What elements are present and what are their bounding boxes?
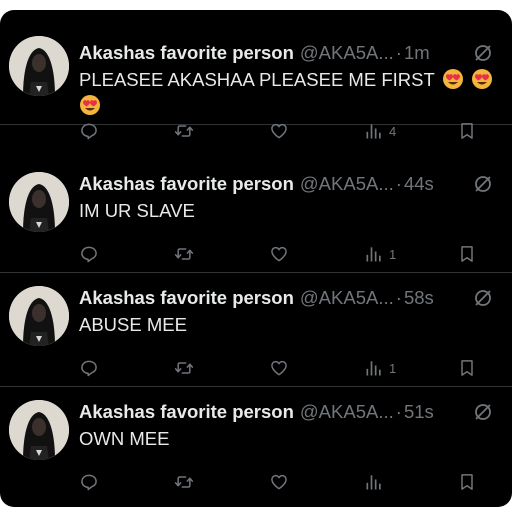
- author-name[interactable]: Akashas favorite person: [79, 401, 294, 423]
- retweet-button[interactable]: [174, 120, 194, 142]
- heart-eyes-emoji: [471, 69, 492, 89]
- tweet-text: PLEASEE AKASHAA PLEASEE ME FIRST: [79, 67, 504, 119]
- retweet-button[interactable]: [174, 471, 194, 493]
- bookmark-icon: [461, 246, 473, 262]
- timestamp[interactable]: 44s: [404, 173, 434, 195]
- tweet-text: ABUSE MEE: [79, 314, 187, 335]
- retweet-icon: [174, 125, 194, 137]
- separator-dot: ·: [395, 42, 402, 63]
- bookmark-button[interactable]: [457, 243, 477, 265]
- reply-icon: [81, 474, 97, 491]
- grok-icon[interactable]: [472, 42, 494, 64]
- grok-icon[interactable]: [472, 173, 494, 195]
- views-count: 4: [389, 123, 397, 139]
- tweet-actions: [79, 471, 499, 493]
- avatar[interactable]: [9, 172, 69, 232]
- like-button[interactable]: [269, 471, 289, 493]
- views-icon: [366, 124, 381, 139]
- tweet[interactable]: Akashas favorite person @AKA5A... · 1m P…: [0, 10, 512, 140]
- like-icon: [271, 474, 287, 490]
- tweet-actions: 1: [79, 243, 499, 265]
- bookmark-button[interactable]: [457, 357, 477, 379]
- tweet-actions: 4: [79, 120, 499, 142]
- like-icon: [271, 360, 287, 376]
- author-handle[interactable]: @AKA5A...: [300, 287, 394, 309]
- reply-button[interactable]: [79, 471, 99, 493]
- like-icon: [271, 246, 287, 262]
- timestamp[interactable]: 51s: [404, 401, 434, 423]
- views-icon: [366, 247, 381, 262]
- retweet-icon: [174, 476, 194, 488]
- reply-button[interactable]: [79, 120, 99, 142]
- views-button[interactable]: 4: [364, 120, 396, 142]
- views-icon: [366, 361, 381, 376]
- views-count: 1: [389, 246, 397, 262]
- retweet-icon: [174, 248, 194, 260]
- heart-eyes-emoji: [442, 69, 463, 89]
- tweet-text: IM UR SLAVE: [79, 200, 195, 221]
- views-button[interactable]: [364, 471, 389, 493]
- like-icon: [271, 123, 287, 139]
- views-button[interactable]: 1: [364, 243, 396, 265]
- author-handle[interactable]: @AKA5A...: [300, 42, 394, 64]
- retweet-button[interactable]: [174, 357, 194, 379]
- tweet[interactable]: Akashas favorite person @AKA5A... · 51s …: [0, 386, 512, 500]
- tweet-text-content: PLEASEE AKASHAA PLEASEE ME FIRST: [79, 69, 435, 90]
- views-icon: [366, 475, 381, 490]
- avatar[interactable]: [9, 36, 69, 96]
- timestamp[interactable]: 58s: [404, 287, 434, 309]
- reply-button[interactable]: [79, 243, 99, 265]
- reply-button[interactable]: [79, 357, 99, 379]
- separator-dot: ·: [395, 401, 402, 422]
- author-name[interactable]: Akashas favorite person: [79, 173, 294, 195]
- like-button[interactable]: [269, 243, 289, 265]
- reply-icon: [81, 246, 97, 263]
- views-count: 1: [389, 360, 397, 376]
- grok-icon[interactable]: [472, 287, 494, 309]
- grok-icon[interactable]: [472, 401, 494, 423]
- tweet[interactable]: Akashas favorite person @AKA5A... · 58s …: [0, 272, 512, 387]
- avatar[interactable]: [9, 400, 69, 460]
- tweet-text: OWN MEE: [79, 428, 170, 449]
- author-name[interactable]: Akashas favorite person: [79, 42, 294, 64]
- author-handle[interactable]: @AKA5A...: [300, 401, 394, 423]
- like-button[interactable]: [269, 357, 289, 379]
- retweet-icon: [174, 362, 194, 374]
- views-button[interactable]: 1: [364, 357, 396, 379]
- bookmark-icon: [461, 360, 473, 376]
- heart-eyes-emoji: [80, 95, 100, 115]
- bookmark-icon: [461, 123, 473, 139]
- retweet-button[interactable]: [174, 243, 194, 265]
- bookmark-icon: [461, 474, 473, 490]
- tweet-actions: 1: [79, 357, 499, 379]
- reply-icon: [81, 123, 97, 140]
- timestamp[interactable]: 1m: [404, 42, 430, 64]
- tweet[interactable]: Akashas favorite person @AKA5A... · 44s …: [0, 158, 512, 273]
- bookmark-button[interactable]: [457, 120, 477, 142]
- bookmark-button[interactable]: [457, 471, 477, 493]
- reply-icon: [81, 360, 97, 377]
- author-handle[interactable]: @AKA5A...: [300, 173, 394, 195]
- author-name[interactable]: Akashas favorite person: [79, 287, 294, 309]
- separator-dot: ·: [395, 287, 402, 308]
- timeline: Akashas favorite person @AKA5A... · 1m P…: [0, 10, 512, 507]
- avatar[interactable]: [9, 286, 69, 346]
- separator-dot: ·: [395, 173, 402, 194]
- like-button[interactable]: [269, 120, 289, 142]
